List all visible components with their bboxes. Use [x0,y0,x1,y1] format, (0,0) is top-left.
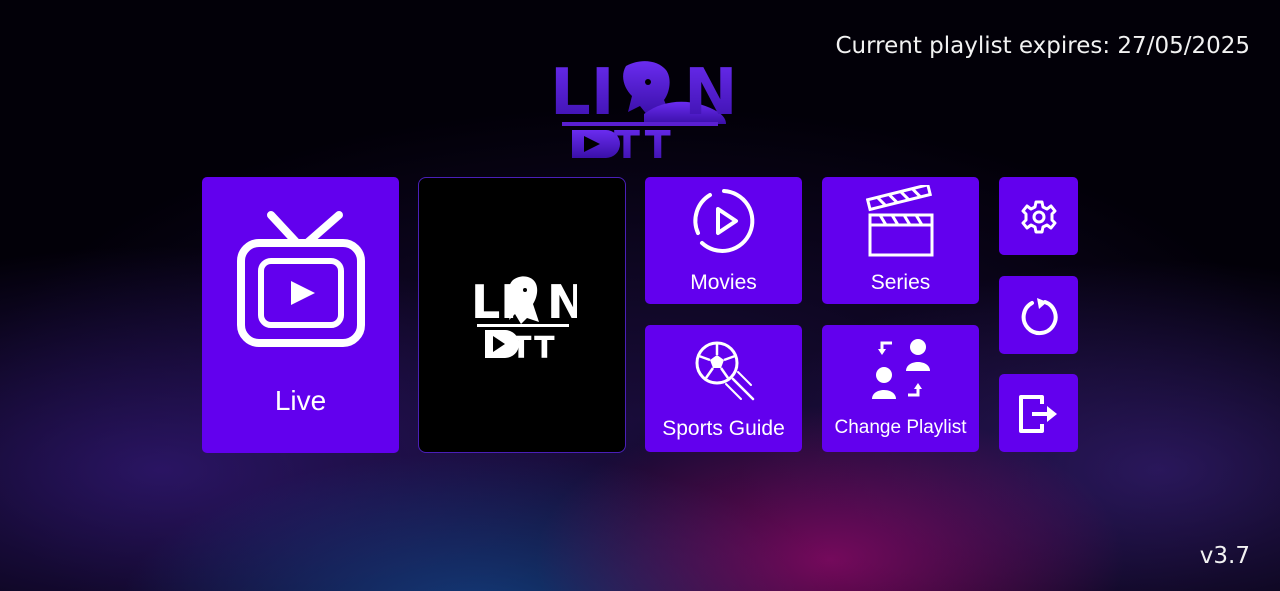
change-playlist-tile[interactable]: Change Playlist [822,325,979,452]
swap-users-icon [872,339,930,399]
white-logo-word-bottom: TT [511,331,557,360]
refresh-icon [1021,298,1058,336]
settings-button[interactable] [999,177,1078,255]
movies-tile[interactable]: Movies [645,177,802,304]
version-label: v3.7 [1199,543,1250,569]
brand-logo-word-top-end: N [684,56,732,130]
series-label: Series [870,271,931,294]
brand-logo: LI N TT [550,56,732,160]
play-circle-icon [693,189,755,253]
white-logo-word-top-end: N [547,275,577,329]
live-tile[interactable]: Live [202,177,399,453]
tv-icon [237,211,365,347]
sports-guide-tile[interactable]: Sports Guide [645,325,802,452]
featured-brand-card[interactable]: LI N TT [418,177,626,453]
live-label: Live [274,385,327,416]
gear-icon [1021,200,1057,234]
series-tile[interactable]: Series [822,177,979,304]
brand-logo-word-bottom: TT [614,123,675,160]
exit-button[interactable] [999,374,1078,452]
sports-guide-label: Sports Guide [662,417,785,440]
clapperboard-icon [866,185,934,257]
white-brand-logo: LI N TT [471,275,577,360]
playlist-expiry-text: Current playlist expires: 27/05/2025 [835,33,1250,59]
refresh-button[interactable] [999,276,1078,354]
brand-logo-word-top: LI [550,56,615,130]
play-o-icon [572,130,620,158]
white-logo-word-top: LI [471,275,517,329]
home-screen: Current playlist expires: 27/05/2025 LI … [0,0,1280,591]
movies-label: Movies [690,271,757,294]
change-playlist-label: Change Playlist [834,417,967,438]
exit-icon [1019,395,1057,433]
soccer-ball-icon [695,341,755,401]
